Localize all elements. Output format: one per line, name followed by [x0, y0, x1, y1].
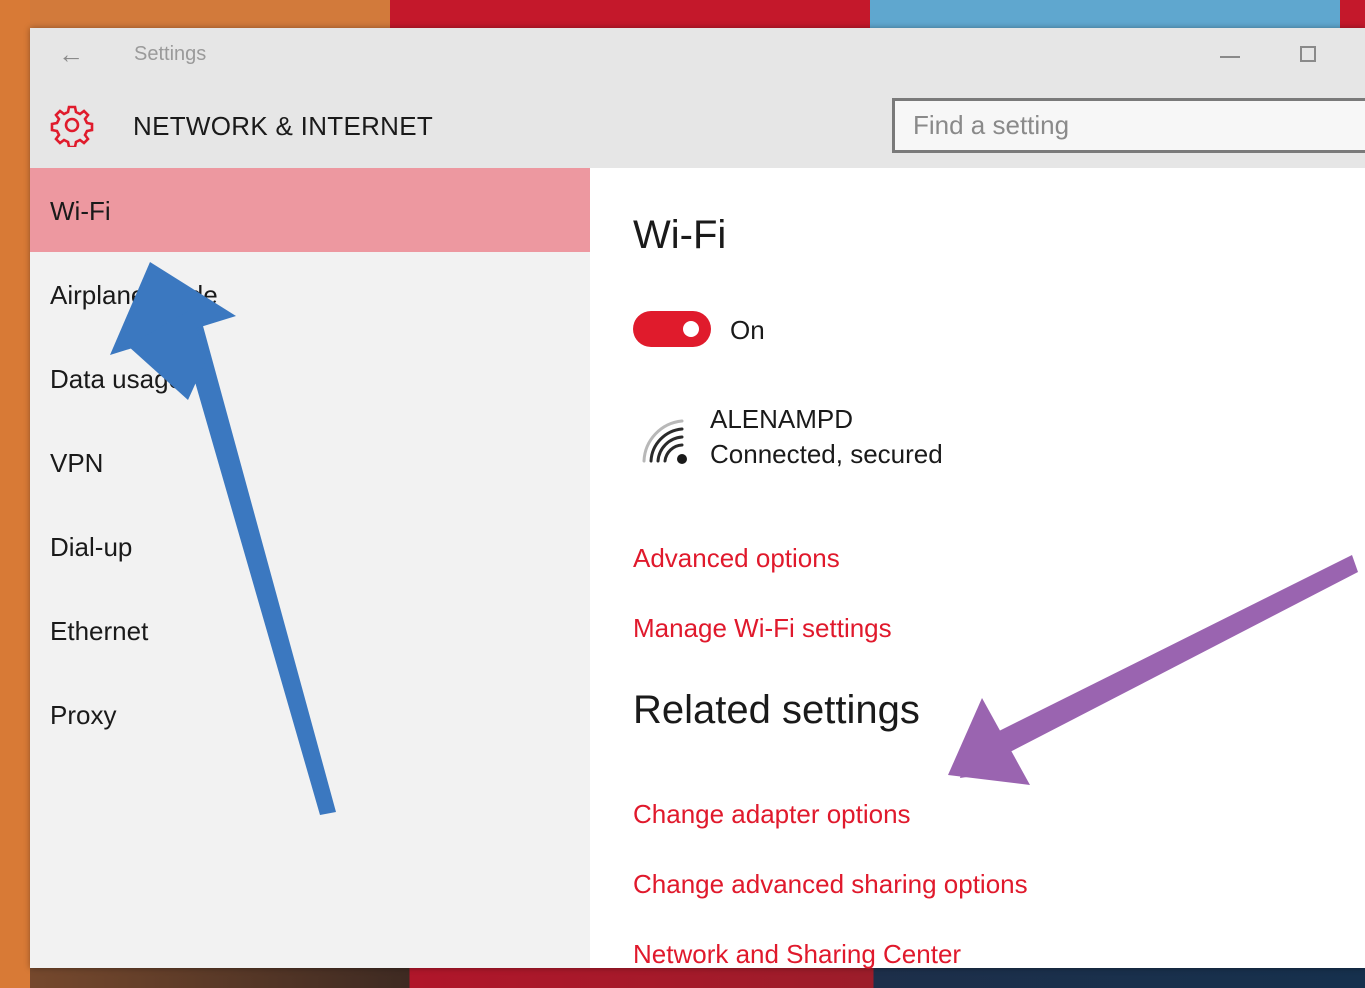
sidebar-item-label: Ethernet — [50, 616, 149, 646]
wifi-toggle[interactable] — [633, 311, 711, 347]
change-adapter-options-link[interactable]: Change adapter options — [633, 799, 911, 830]
sidebar-item-vpn[interactable]: VPN — [30, 420, 590, 504]
main-content: Wi-Fi On ALENAMPD Connected, secured Adv… — [590, 168, 1365, 970]
sidebar-item-data-usage[interactable]: Data usage — [30, 336, 590, 420]
sidebar-item-airplane-mode[interactable]: Airplane mode — [30, 252, 590, 336]
page-title: NETWORK & INTERNET — [133, 111, 434, 141]
settings-window: ← Settings NETWORK & INTERNET Wi-Fi Airp… — [30, 28, 1365, 970]
sidebar-item-label: Data usage — [50, 364, 183, 394]
page-header: NETWORK & INTERNET — [30, 83, 1365, 168]
sidebar-item-ethernet[interactable]: Ethernet — [30, 588, 590, 672]
section-title: Wi-Fi — [633, 213, 727, 257]
network-name[interactable]: ALENAMPD — [710, 404, 853, 435]
sidebar-item-dial-up[interactable]: Dial-up — [30, 504, 590, 588]
window-title: Settings — [134, 43, 207, 65]
minimize-icon[interactable] — [1220, 56, 1240, 58]
sidebar-item-label: Dial-up — [50, 532, 133, 562]
sidebar-item-label: Airplane mode — [50, 280, 218, 310]
maximize-icon[interactable] — [1300, 46, 1316, 62]
back-arrow-icon[interactable]: ← — [58, 40, 84, 68]
manage-wifi-settings-link[interactable]: Manage Wi-Fi settings — [633, 613, 892, 644]
toggle-state-label: On — [730, 315, 765, 345]
title-bar: ← Settings — [30, 28, 1365, 83]
advanced-options-link[interactable]: Advanced options — [633, 543, 840, 574]
related-settings-title: Related settings — [633, 688, 920, 732]
change-advanced-sharing-link[interactable]: Change advanced sharing options — [633, 869, 1028, 900]
sidebar-item-wifi[interactable]: Wi-Fi — [30, 168, 590, 252]
search-input[interactable] — [895, 101, 1365, 150]
network-status: Connected, secured — [710, 439, 943, 469]
sidebar-item-proxy[interactable]: Proxy — [30, 672, 590, 756]
sidebar-item-label: VPN — [50, 448, 104, 478]
network-sharing-center-link[interactable]: Network and Sharing Center — [633, 939, 961, 970]
sidebar-item-label: Wi-Fi — [50, 196, 111, 226]
wallpaper-left — [0, 0, 30, 988]
search-box[interactable] — [892, 98, 1365, 153]
toggle-knob — [683, 321, 699, 337]
wifi-signal-icon[interactable] — [638, 413, 694, 469]
gear-icon — [50, 105, 94, 147]
sidebar: Wi-Fi Airplane mode Data usage VPN Dial-… — [30, 168, 590, 968]
sidebar-item-label: Proxy — [50, 700, 117, 730]
